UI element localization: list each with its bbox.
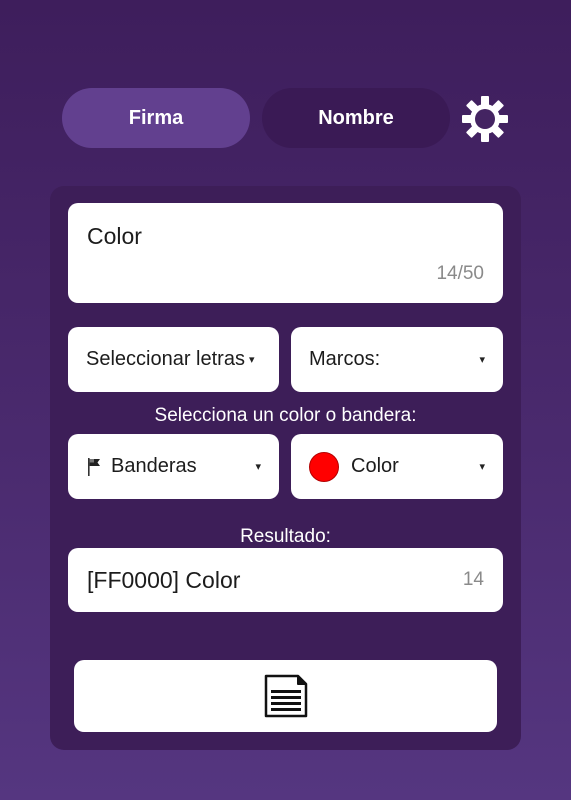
document-icon	[264, 674, 307, 718]
chevron-down-icon: ▾	[479, 461, 485, 473]
flags-dropdown[interactable]: Banderas ▾	[68, 434, 279, 499]
color-dropdown[interactable]: Color ▾	[291, 434, 503, 499]
result-field[interactable]: [FF0000] Color 14	[68, 548, 503, 612]
result-text[interactable]: [FF0000] Color	[87, 567, 240, 594]
gear-icon[interactable]	[462, 96, 508, 142]
letters-dropdown-label: Seleccionar letras	[86, 348, 245, 370]
copy-button[interactable]	[74, 660, 497, 732]
character-counter: 14/50	[436, 263, 484, 284]
color-or-flag-label: Selecciona un color o bandera:	[154, 405, 417, 426]
letters-dropdown[interactable]: Seleccionar letras ▾	[68, 327, 279, 392]
text-input-value[interactable]: Color	[87, 223, 142, 250]
tab-nombre[interactable]: Nombre	[262, 88, 450, 148]
result-count: 14	[462, 569, 484, 590]
tab-firma[interactable]: Firma	[62, 88, 250, 148]
frames-dropdown[interactable]: Marcos: ▾	[291, 327, 503, 392]
flag-icon	[88, 457, 100, 476]
result-label: Resultado:	[240, 526, 331, 547]
color-dropdown-label: Color	[351, 455, 399, 477]
selected-color-swatch	[309, 451, 339, 482]
tab-bar: Firma Nombre	[62, 88, 512, 148]
chevron-down-icon: ▾	[479, 354, 485, 366]
flags-dropdown-label: Banderas	[111, 455, 197, 477]
frames-dropdown-label: Marcos:	[309, 348, 381, 370]
text-input-card[interactable]: Color 14/50	[68, 203, 503, 303]
chevron-down-icon: ▾	[248, 354, 255, 366]
chevron-down-icon: ▾	[255, 461, 261, 473]
main-panel: Color 14/50 Seleccionar letras ▾ Marcos:…	[50, 186, 521, 750]
